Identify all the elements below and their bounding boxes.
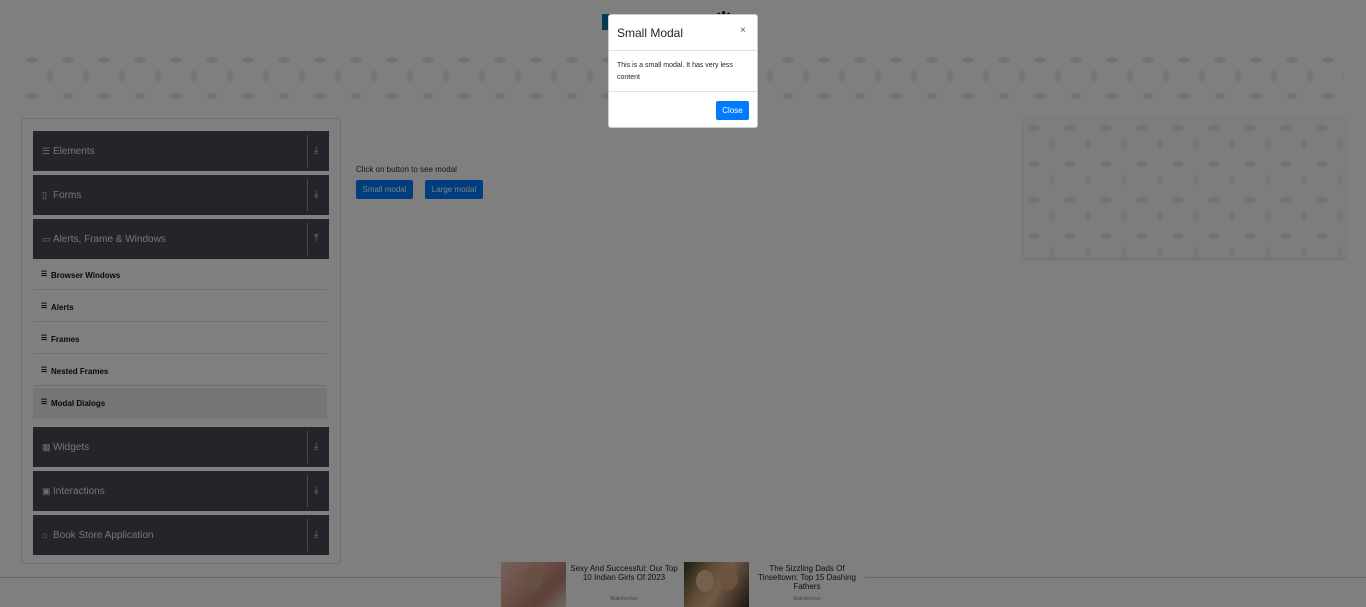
modal-body-text: This is a small modal. It has very less … — [617, 62, 733, 81]
modal-footer: Close — [609, 91, 757, 128]
modal-title: Small Modal — [617, 26, 684, 40]
close-icon[interactable]: × — [740, 25, 746, 37]
small-modal-dialog: Small Modal × This is a small modal. It … — [608, 14, 758, 128]
close-button[interactable]: Close — [716, 101, 749, 120]
modal-header: Small Modal × — [609, 15, 757, 51]
